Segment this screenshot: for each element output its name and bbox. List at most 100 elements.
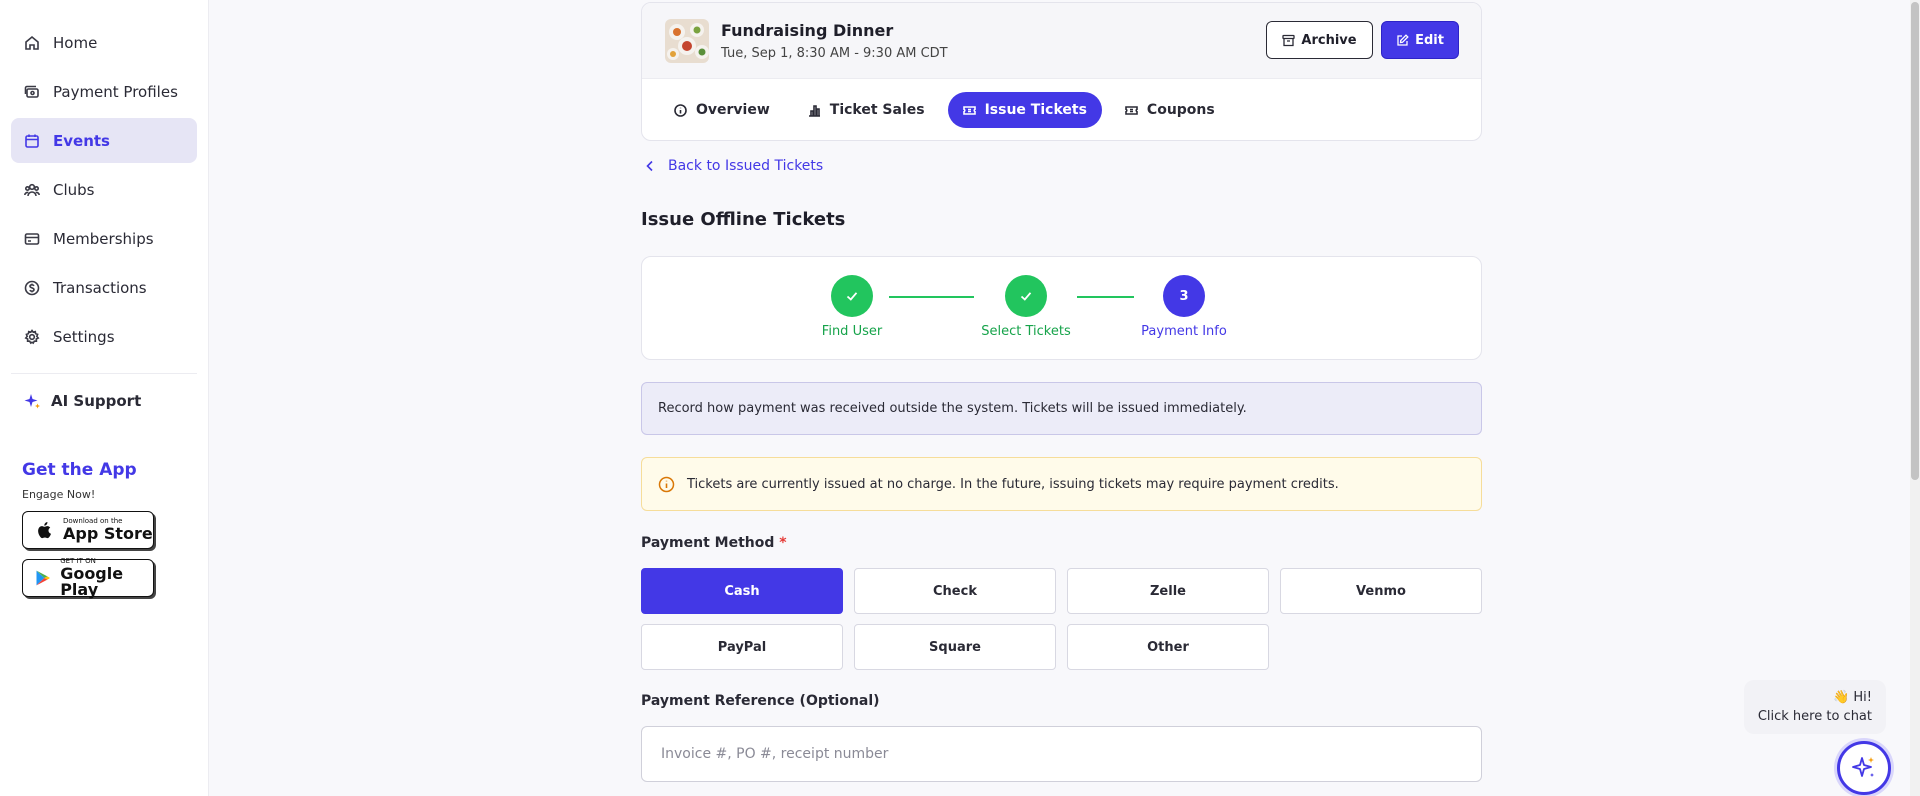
tab-coupons[interactable]: Coupons bbox=[1110, 92, 1230, 128]
step-connector bbox=[1077, 296, 1134, 298]
scrollbar-thumb[interactable] bbox=[1911, 2, 1919, 480]
gear-icon bbox=[24, 328, 40, 345]
archive-icon bbox=[1282, 34, 1296, 46]
ai-support-label: AI Support bbox=[51, 392, 142, 410]
bar-chart-icon bbox=[808, 104, 820, 117]
step-number: 3 bbox=[1179, 288, 1189, 304]
event-title: Fundraising Dinner bbox=[721, 20, 894, 40]
back-to-issued-tickets-link[interactable]: Back to Issued Tickets bbox=[644, 158, 823, 174]
info-banner: Record how payment was received outside … bbox=[641, 382, 1482, 435]
warning-banner: Tickets are currently issued at no charg… bbox=[641, 457, 1482, 511]
chat-cta: Click here to chat bbox=[1757, 709, 1872, 724]
chat-greeting: 👋 Hi! bbox=[1833, 690, 1872, 705]
event-header-card: Fundraising Dinner Tue, Sep 1, 8:30 AM -… bbox=[641, 2, 1482, 141]
payment-option-check[interactable]: Check bbox=[854, 568, 1056, 614]
sparkle-icon bbox=[24, 393, 40, 408]
archive-label: Archive bbox=[1301, 32, 1357, 48]
home-icon bbox=[24, 35, 40, 51]
sidebar-nav: Home Payment Profiles Events Clubs Membe… bbox=[0, 0, 208, 359]
sidebar-item-events[interactable]: Events bbox=[11, 118, 197, 163]
payment-profiles-icon bbox=[24, 84, 40, 100]
sparkle-icon bbox=[1852, 757, 1874, 777]
payment-method-label: Payment Method * bbox=[641, 535, 787, 551]
step-1-label: Find User bbox=[821, 324, 883, 339]
payment-option-square[interactable]: Square bbox=[854, 624, 1056, 670]
payment-reference-label: Payment Reference (Optional) bbox=[641, 693, 880, 709]
tab-label: Ticket Sales bbox=[829, 102, 925, 118]
sidebar-item-label: Clubs bbox=[53, 180, 95, 199]
tab-label: Issue Tickets bbox=[984, 102, 1087, 118]
coupon-icon bbox=[1125, 105, 1138, 115]
sidebar-item-label: Payment Profiles bbox=[53, 82, 178, 101]
tab-label: Overview bbox=[696, 102, 770, 118]
warning-info-icon bbox=[658, 476, 675, 492]
get-app-subtitle: Engage Now! bbox=[22, 488, 96, 501]
payment-option-venmo[interactable]: Venmo bbox=[1280, 568, 1482, 614]
google-play-badge[interactable]: GET IT ON Google Play bbox=[22, 558, 154, 599]
users-icon bbox=[24, 182, 40, 198]
edit-button[interactable]: Edit bbox=[1381, 21, 1459, 59]
chevron-left-icon bbox=[646, 160, 653, 172]
step-3-circle: 3 bbox=[1163, 275, 1205, 317]
tab-label: Coupons bbox=[1146, 102, 1215, 118]
step-2-circle bbox=[1005, 275, 1047, 317]
sidebar-item-home[interactable]: Home bbox=[11, 20, 197, 65]
back-link-label: Back to Issued Tickets bbox=[668, 158, 824, 174]
chat-launcher-button[interactable] bbox=[1837, 741, 1891, 795]
archive-button[interactable]: Archive bbox=[1266, 21, 1373, 59]
app-store-text: App Store bbox=[63, 524, 153, 543]
dollar-circle-icon bbox=[24, 280, 40, 296]
info-text: Record how payment was received outside … bbox=[658, 401, 1247, 416]
sidebar-item-label: Settings bbox=[53, 327, 115, 346]
step-connector bbox=[889, 296, 974, 298]
event-thumbnail bbox=[665, 18, 709, 63]
get-app-section: Get the App Engage Now! Download on the … bbox=[22, 460, 208, 599]
google-play-icon bbox=[36, 570, 51, 586]
step-3-label: Payment Info bbox=[1141, 324, 1227, 339]
app-store-badge[interactable]: Download on the App Store bbox=[22, 511, 154, 549]
tab-issue-tickets[interactable]: Issue Tickets bbox=[947, 92, 1102, 128]
required-mark: * bbox=[779, 535, 787, 551]
event-tabs: Overview Ticket Sales Issue Tickets Coup… bbox=[642, 79, 1481, 140]
google-play-text: Google Play bbox=[60, 564, 124, 599]
payment-option-paypal[interactable]: PayPal bbox=[641, 624, 843, 670]
payment-option-cash[interactable]: Cash bbox=[641, 568, 843, 614]
sidebar-item-label: Transactions bbox=[53, 278, 147, 297]
calendar-icon bbox=[24, 133, 40, 149]
sidebar-item-label: Memberships bbox=[53, 229, 154, 248]
sidebar-divider bbox=[11, 373, 197, 374]
event-date: Tue, Sep 1, 8:30 AM - 9:30 AM CDT bbox=[721, 45, 948, 61]
payment-option-other[interactable]: Other bbox=[1067, 624, 1269, 670]
get-app-title: Get the App bbox=[22, 460, 137, 480]
stepper: 3 Find User Select Tickets Payment Info bbox=[641, 256, 1482, 360]
sidebar-item-payment-profiles[interactable]: Payment Profiles bbox=[11, 69, 197, 114]
info-icon bbox=[674, 103, 687, 117]
chat-prompt-bubble[interactable]: 👋 Hi! Click here to chat bbox=[1744, 680, 1886, 734]
sidebar-item-memberships[interactable]: Memberships bbox=[11, 216, 197, 261]
step-1-circle bbox=[831, 275, 873, 317]
tab-ticket-sales[interactable]: Ticket Sales bbox=[793, 92, 940, 128]
edit-icon bbox=[1397, 33, 1409, 46]
payment-reference-input[interactable] bbox=[641, 726, 1482, 782]
payment-option-zelle[interactable]: Zelle bbox=[1067, 568, 1269, 614]
warning-text: Tickets are currently issued at no charg… bbox=[687, 476, 1339, 492]
check-icon bbox=[846, 292, 858, 301]
sidebar-item-label: Events bbox=[53, 131, 110, 150]
tab-overview[interactable]: Overview bbox=[659, 92, 785, 128]
sidebar-item-settings[interactable]: Settings bbox=[11, 314, 197, 359]
apple-icon bbox=[38, 522, 51, 539]
event-info: Fundraising Dinner Tue, Sep 1, 8:30 AM -… bbox=[721, 21, 948, 61]
page-scrollbar[interactable] bbox=[1910, 0, 1920, 796]
sidebar: Home Payment Profiles Events Clubs Membe… bbox=[0, 0, 209, 796]
sidebar-item-label: Home bbox=[53, 33, 98, 52]
event-actions: Archive Edit bbox=[1266, 21, 1459, 59]
sidebar-item-transactions[interactable]: Transactions bbox=[11, 265, 197, 310]
card-icon bbox=[24, 231, 40, 247]
page-title: Issue Offline Tickets bbox=[641, 209, 846, 230]
ai-support-link[interactable]: AI Support bbox=[24, 392, 208, 410]
step-2-label: Select Tickets bbox=[981, 324, 1071, 339]
sidebar-item-clubs[interactable]: Clubs bbox=[11, 167, 197, 212]
event-head: Fundraising Dinner Tue, Sep 1, 8:30 AM -… bbox=[642, 3, 1481, 79]
check-icon bbox=[1020, 292, 1032, 301]
ticket-icon bbox=[962, 105, 976, 115]
